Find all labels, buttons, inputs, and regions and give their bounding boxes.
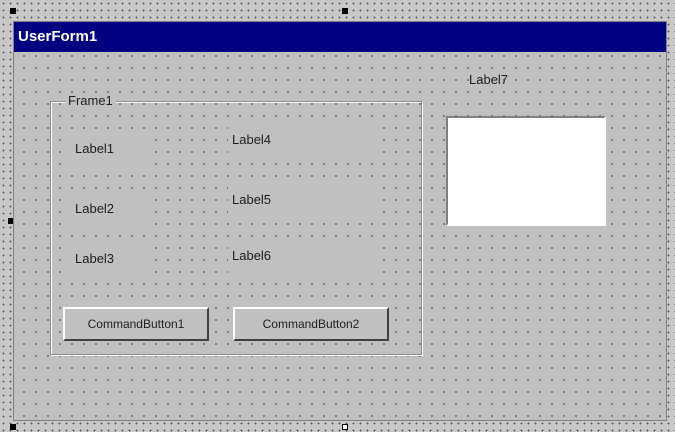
resize-handle-top-center[interactable] bbox=[342, 8, 348, 14]
label7[interactable]: Label7 bbox=[469, 72, 508, 88]
label3-box[interactable]: Label3 bbox=[71, 242, 151, 276]
resize-handle-top-left[interactable] bbox=[10, 8, 16, 14]
userform-window[interactable]: UserForm1 Label7 Frame1 Label1 Label2 La… bbox=[13, 21, 667, 421]
label5: Label5 bbox=[232, 192, 272, 207]
resize-handle-bottom-left[interactable] bbox=[10, 424, 16, 430]
label2-box[interactable]: Label2 bbox=[71, 192, 151, 226]
form-title-bar[interactable]: UserForm1 bbox=[14, 22, 666, 52]
label6: Label6 bbox=[232, 248, 272, 263]
label4-box[interactable]: Label4 bbox=[228, 124, 378, 158]
label4: Label4 bbox=[232, 132, 272, 147]
label1-box[interactable]: Label1 bbox=[71, 132, 151, 166]
frame-caption: Frame1 bbox=[65, 93, 116, 109]
label2: Label2 bbox=[75, 201, 115, 216]
label3: Label3 bbox=[75, 251, 115, 266]
form-title: UserForm1 bbox=[18, 28, 98, 45]
label1: Label1 bbox=[75, 141, 115, 156]
label5-box[interactable]: Label5 bbox=[228, 184, 378, 218]
command-button-2[interactable]: CommandButton2 bbox=[233, 307, 389, 341]
command-button-1[interactable]: CommandButton1 bbox=[63, 307, 209, 341]
label6-box[interactable]: Label6 bbox=[228, 240, 378, 274]
resize-handle-bottom-center[interactable] bbox=[342, 424, 348, 430]
frame1[interactable]: Frame1 Label1 Label2 Label3 Label4 Label… bbox=[50, 93, 422, 355]
textbox[interactable] bbox=[446, 116, 606, 226]
